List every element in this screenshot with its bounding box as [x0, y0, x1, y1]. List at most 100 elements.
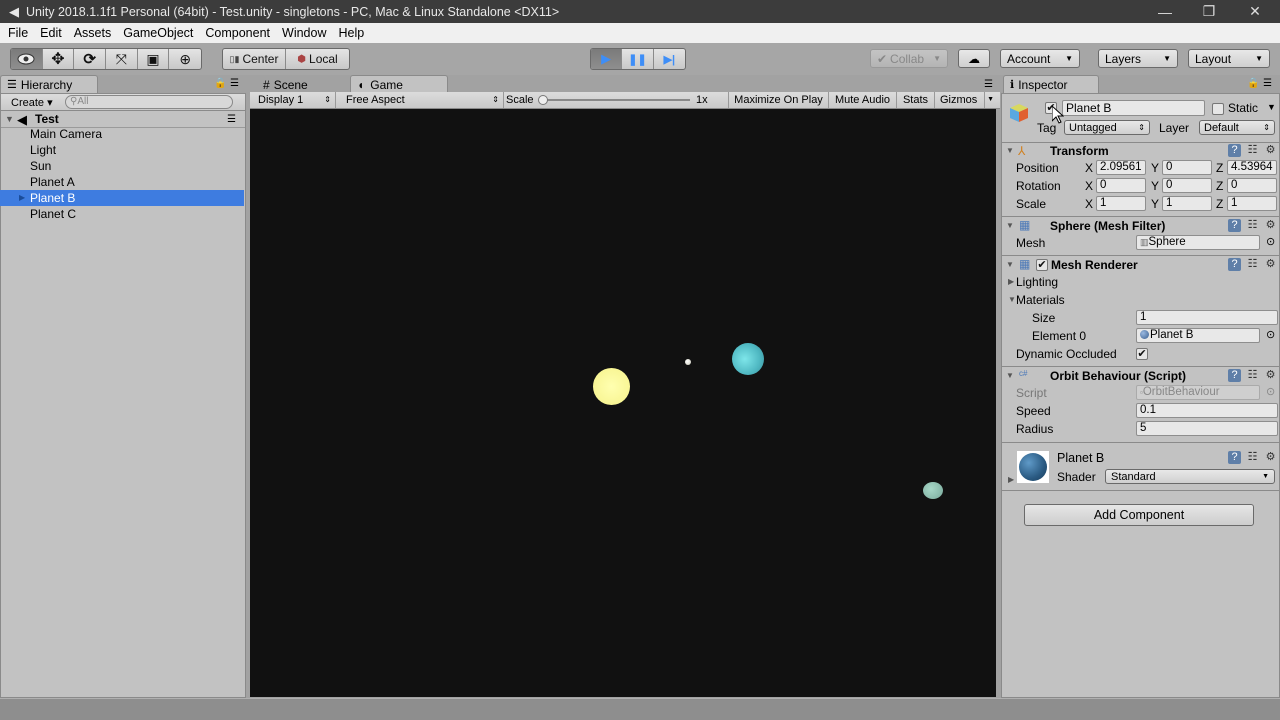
- preset-icon[interactable]: ☷: [1246, 451, 1259, 464]
- create-dropdown[interactable]: Create ▾: [11, 96, 53, 109]
- tab-hierarchy[interactable]: ☰ Hierarchy: [0, 75, 98, 93]
- gear-icon[interactable]: ⚙: [1264, 219, 1277, 232]
- menu-file[interactable]: File: [0, 26, 34, 40]
- menu-component[interactable]: Component: [199, 26, 276, 40]
- pivot-center-button[interactable]: ▯▮ Center: [223, 49, 287, 69]
- position-y-input[interactable]: 0: [1162, 160, 1212, 175]
- shader-dropdown[interactable]: Standard ▼: [1105, 469, 1275, 484]
- hierarchy-item[interactable]: Planet C: [0, 206, 246, 222]
- expand-triangle-icon[interactable]: ▶: [1008, 472, 1014, 488]
- maximize-on-play-toggle[interactable]: Maximize On Play: [728, 92, 828, 108]
- pause-icon[interactable]: ❚❚: [622, 49, 654, 69]
- gear-icon[interactable]: ⚙: [1264, 144, 1277, 157]
- tab-game[interactable]: ◖ Game: [350, 75, 448, 93]
- collapse-triangle-icon[interactable]: ▼: [1006, 257, 1014, 273]
- pivot-local-button[interactable]: ⬢ Local: [286, 49, 349, 69]
- materials-size-input[interactable]: 1: [1136, 310, 1278, 325]
- view-tool-icon[interactable]: [11, 49, 43, 69]
- object-name-input[interactable]: Planet B: [1062, 100, 1205, 116]
- object-picker-icon[interactable]: ⊙: [1266, 235, 1275, 248]
- layers-dropdown[interactable]: Layers ▼: [1098, 49, 1178, 68]
- maximize-button[interactable]: ❐: [1186, 0, 1232, 23]
- account-dropdown[interactable]: Account ▼: [1000, 49, 1080, 68]
- tab-inspector[interactable]: ℹ Inspector: [1003, 75, 1099, 93]
- scale-y-input[interactable]: 1: [1162, 196, 1212, 211]
- layer-dropdown[interactable]: Default ⇕: [1199, 120, 1275, 135]
- rect-tool-icon[interactable]: ▣: [138, 49, 170, 69]
- move-tool-icon[interactable]: ✥: [43, 49, 75, 69]
- add-component-button[interactable]: Add Component: [1024, 504, 1254, 526]
- speed-input[interactable]: 0.1: [1136, 403, 1278, 418]
- panel-menu-icon[interactable]: ☰: [984, 79, 993, 90]
- gear-icon[interactable]: ⚙: [1264, 451, 1277, 464]
- lighting-foldout[interactable]: Lighting: [1016, 274, 1058, 290]
- stats-toggle[interactable]: Stats: [896, 92, 934, 108]
- hierarchy-item-selected[interactable]: ▶ Planet B: [0, 190, 244, 206]
- help-book-icon[interactable]: ?: [1228, 258, 1241, 271]
- collapse-triangle-icon[interactable]: ▼: [1006, 368, 1014, 384]
- gear-icon[interactable]: ⚙: [1264, 369, 1277, 382]
- lock-icon[interactable]: 🔒: [1247, 78, 1259, 89]
- static-checkbox[interactable]: [1212, 103, 1224, 115]
- tab-scene[interactable]: # Scene: [256, 75, 348, 93]
- gizmos-dropdown[interactable]: Gizmos ▼: [934, 92, 996, 108]
- mute-audio-toggle[interactable]: Mute Audio: [828, 92, 896, 108]
- mesh-field[interactable]: ▥Sphere: [1136, 235, 1260, 250]
- rotation-y-input[interactable]: 0: [1162, 178, 1212, 193]
- hierarchy-item[interactable]: Sun: [0, 158, 246, 174]
- step-icon[interactable]: ▶|: [654, 49, 685, 69]
- static-dropdown-icon[interactable]: ▼: [1267, 102, 1276, 112]
- gear-icon[interactable]: ⚙: [1264, 258, 1277, 271]
- preset-icon[interactable]: ☷: [1246, 258, 1259, 271]
- expand-triangle-icon[interactable]: ▶: [1008, 274, 1014, 290]
- aspect-dropdown[interactable]: Free Aspect ⇕: [338, 92, 504, 108]
- help-book-icon[interactable]: ?: [1228, 219, 1241, 232]
- game-view[interactable]: [250, 109, 996, 697]
- minimize-button[interactable]: —: [1142, 0, 1188, 23]
- mesh-renderer-enabled-checkbox[interactable]: ✔: [1036, 259, 1048, 271]
- display-dropdown[interactable]: Display 1 ⇕: [250, 92, 336, 108]
- preset-icon[interactable]: ☷: [1246, 144, 1259, 157]
- hierarchy-item[interactable]: Main Camera: [0, 126, 246, 142]
- scale-x-input[interactable]: 1: [1096, 196, 1146, 211]
- collapse-triangle-icon[interactable]: ▼: [1006, 143, 1014, 159]
- materials-foldout[interactable]: Materials: [1016, 292, 1065, 308]
- help-book-icon[interactable]: ?: [1228, 451, 1241, 464]
- rotation-z-input[interactable]: 0: [1227, 178, 1277, 193]
- hierarchy-item[interactable]: Light: [0, 142, 246, 158]
- scale-z-input[interactable]: 1: [1227, 196, 1277, 211]
- help-book-icon[interactable]: ?: [1228, 144, 1241, 157]
- expand-triangle-icon[interactable]: ▶: [19, 190, 25, 206]
- menu-help[interactable]: Help: [332, 26, 370, 40]
- play-icon[interactable]: ▶: [591, 49, 623, 69]
- scale-slider-track[interactable]: [542, 99, 690, 101]
- collapse-triangle-icon[interactable]: ▼: [1006, 218, 1014, 234]
- rotation-x-input[interactable]: 0: [1096, 178, 1146, 193]
- radius-input[interactable]: 5: [1136, 421, 1278, 436]
- scale-slider-handle[interactable]: [538, 95, 548, 105]
- panel-menu-icon[interactable]: ☰: [1263, 78, 1272, 89]
- scale-tool-icon[interactable]: ⤧: [106, 49, 138, 69]
- object-picker-icon[interactable]: ⊙: [1266, 328, 1275, 341]
- menu-edit[interactable]: Edit: [34, 26, 68, 40]
- panel-menu-icon[interactable]: ☰: [230, 78, 239, 89]
- collab-dropdown[interactable]: ✔ Collab ▼: [870, 49, 948, 68]
- layout-dropdown[interactable]: Layout ▼: [1188, 49, 1270, 68]
- transform-tool-icon[interactable]: ⊕: [169, 49, 201, 69]
- menu-assets[interactable]: Assets: [68, 26, 118, 40]
- dynamic-occluded-checkbox[interactable]: ✔: [1136, 348, 1148, 360]
- rotate-tool-icon[interactable]: ⟳: [74, 49, 107, 69]
- material-element-field[interactable]: Planet B: [1136, 328, 1260, 343]
- menu-window[interactable]: Window: [276, 26, 332, 40]
- hierarchy-search-input[interactable]: ⚲All: [65, 95, 233, 109]
- hierarchy-item[interactable]: Planet A: [0, 174, 246, 190]
- collapse-triangle-icon[interactable]: ▼: [1008, 292, 1016, 308]
- preset-icon[interactable]: ☷: [1246, 219, 1259, 232]
- position-z-input[interactable]: 4.53964: [1227, 160, 1277, 175]
- menu-gameobject[interactable]: GameObject: [117, 26, 199, 40]
- help-book-icon[interactable]: ?: [1228, 369, 1241, 382]
- close-button[interactable]: ✕: [1232, 0, 1278, 23]
- tag-dropdown[interactable]: Untagged ⇕: [1064, 120, 1150, 135]
- preset-icon[interactable]: ☷: [1246, 369, 1259, 382]
- position-x-input[interactable]: 2.09561: [1096, 160, 1146, 175]
